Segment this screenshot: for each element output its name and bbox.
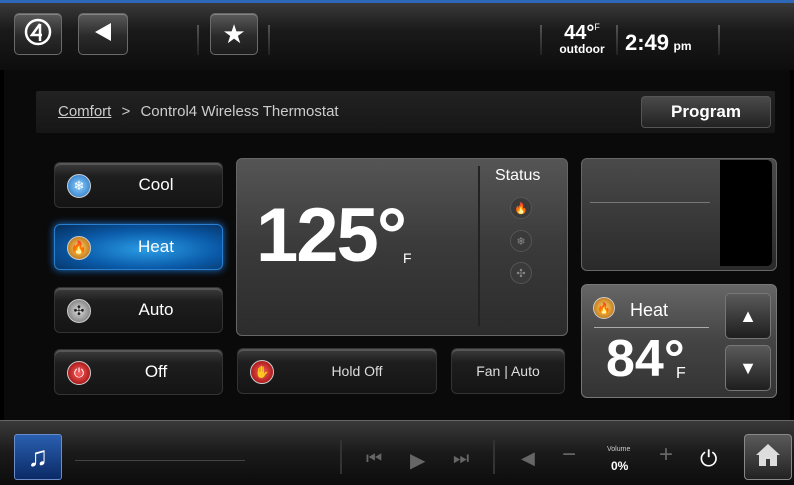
breadcrumb-current: Control4 Wireless Thermostat — [140, 103, 339, 120]
outdoor-weather[interactable]: 44°F outdoor — [552, 22, 612, 66]
current-temp-unit: F — [403, 250, 412, 266]
previous-icon[interactable]: ⏮ — [366, 448, 382, 469]
snowflake-icon: ❄ — [510, 230, 532, 252]
breadcrumb-separator: > — [121, 103, 131, 120]
hold-button[interactable]: ✋ Hold Off — [237, 348, 437, 394]
separator — [268, 25, 270, 55]
volume-up-icon[interactable]: + — [659, 441, 673, 469]
back-arrow-icon — [92, 21, 114, 48]
mode-off-button[interactable]: ⏻ Off — [54, 349, 223, 395]
separator — [718, 25, 720, 55]
clock: 2:49 pm — [625, 30, 692, 56]
current-temp-value: 125° — [256, 193, 407, 278]
outdoor-unit: F — [594, 22, 600, 32]
setpoint-divider — [594, 327, 709, 328]
music-note-icon[interactable]: ♫ — [14, 434, 62, 480]
breadcrumb-root[interactable]: Comfort — [58, 103, 111, 120]
clock-ampm: pm — [673, 39, 692, 53]
mode-cool-label: Cool — [138, 175, 174, 194]
mute-icon[interactable]: ◀ — [521, 448, 535, 469]
separator — [340, 440, 342, 474]
volume-down-icon[interactable]: − — [562, 441, 576, 469]
play-icon[interactable]: ▶ — [410, 448, 425, 473]
setpoint-down-button[interactable]: ▼ — [725, 345, 771, 391]
breadcrumb-text: Comfort > Control4 Wireless Thermostat — [58, 103, 339, 120]
mode-heat-label: Heat — [138, 237, 174, 256]
flame-icon: 🔥 — [593, 297, 615, 319]
separator — [197, 25, 199, 55]
setpoint-value: 84° — [606, 330, 685, 388]
next-icon[interactable]: ⏭ — [453, 448, 469, 469]
mode-auto-button[interactable]: ✣ Auto — [54, 287, 223, 333]
setpoint-mode: Heat — [630, 300, 669, 320]
info-divider — [590, 202, 710, 203]
bottom-bar — [0, 420, 794, 485]
volume-label: Volume — [607, 446, 631, 453]
status-title: Status — [495, 167, 541, 184]
mode-cool-button[interactable]: ❄ Cool — [54, 162, 223, 208]
arrow-down-icon: ▼ — [739, 357, 757, 378]
favorite-button[interactable]: ★ — [210, 13, 258, 55]
home-button[interactable] — [744, 434, 792, 480]
back-button[interactable] — [78, 13, 128, 55]
outdoor-label: outdoor — [559, 42, 605, 56]
home-icon — [754, 442, 782, 473]
flame-icon: 🔥 — [510, 197, 532, 219]
now-playing-track — [75, 460, 245, 461]
info-side-panel — [720, 160, 772, 266]
setpoint-unit: F — [676, 365, 686, 382]
separator — [540, 25, 542, 55]
volume-value: 0% — [611, 459, 629, 473]
mode-heat-button[interactable]: 🔥 Heat — [54, 224, 223, 270]
fan-icon: ✣ — [510, 262, 532, 284]
fan-mode-label: Fan | Auto — [476, 363, 540, 379]
control4-logo-button[interactable] — [14, 13, 62, 55]
fan-mode-button[interactable]: Fan | Auto — [451, 348, 565, 394]
control4-logo-icon — [23, 17, 53, 52]
arrow-up-icon: ▲ — [739, 305, 757, 326]
power-icon[interactable]: ⏻ — [700, 446, 717, 472]
separator — [493, 440, 495, 474]
status-divider — [478, 166, 480, 326]
program-button[interactable]: Program — [641, 96, 771, 128]
clock-time: 2:49 — [625, 30, 670, 55]
mode-off-label: Off — [144, 362, 168, 381]
star-icon: ★ — [222, 18, 246, 49]
separator — [616, 25, 618, 55]
setpoint-up-button[interactable]: ▲ — [725, 293, 771, 339]
hold-label: Hold Off — [331, 363, 383, 379]
mode-auto-label: Auto — [138, 300, 174, 319]
outdoor-temp: 44° — [564, 22, 595, 44]
hand-stop-icon: ✋ — [250, 360, 274, 384]
